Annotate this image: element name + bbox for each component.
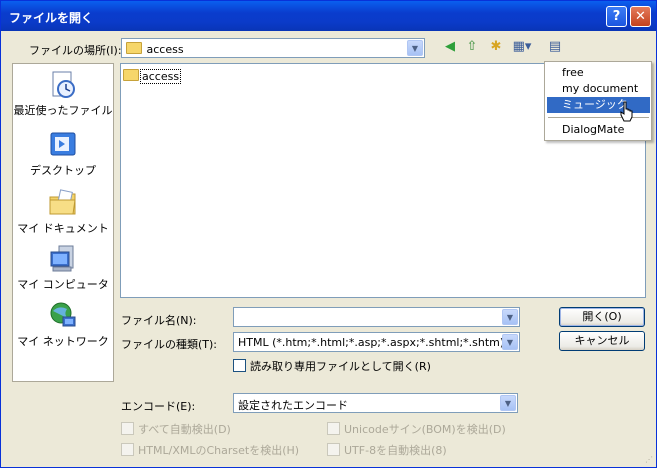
place-my-network[interactable]: マイ ネットワーク: [13, 301, 113, 349]
back-icon[interactable]: ◀: [441, 38, 459, 56]
filetype-combo[interactable]: HTML (*.htm;*.html;*.asp;*.aspx;*.shtml;…: [233, 332, 520, 352]
filename-combo[interactable]: ▼: [233, 307, 520, 327]
window-title: ファイルを開く: [9, 11, 94, 25]
location-value: access: [126, 42, 184, 56]
place-my-computer[interactable]: マイ コンピュータ: [13, 244, 113, 292]
menu-item-dialogmate[interactable]: DialogMate: [547, 122, 650, 138]
up-folder-icon[interactable]: ⇧: [463, 38, 481, 56]
location-label: ファイルの場所(I):: [29, 44, 122, 57]
menu-item-free[interactable]: free: [547, 65, 650, 81]
file-item-access[interactable]: access: [123, 69, 182, 84]
open-file-dialog: ファイルを開く ? ✕ ファイルの場所(I): access ▼ ◀ ⇧ ✱ ▦…: [0, 0, 657, 468]
place-recent[interactable]: 最近使ったファイル: [13, 70, 113, 118]
cancel-button[interactable]: キャンセル: [559, 331, 645, 351]
menu-item-my-document[interactable]: my document: [547, 81, 650, 97]
place-desktop[interactable]: デスクトップ: [13, 130, 113, 178]
close-button[interactable]: ✕: [630, 6, 651, 27]
chevron-down-icon[interactable]: ▼: [502, 309, 518, 325]
my-computer-icon: [50, 245, 74, 272]
open-button[interactable]: 開く(O): [559, 307, 645, 327]
view-menu-icon[interactable]: ▦▾: [511, 38, 533, 56]
places-bar: 最近使ったファイル デスクトップ マイ ドキュメント マイ コンピュータ マイ …: [12, 63, 114, 382]
unicode-signature-checkbox[interactable]: Unicodeサイン(BOM)を検出(D): [327, 421, 506, 437]
html-charset-checkbox[interactable]: HTML/XMLのCharsetを検出(H): [121, 442, 299, 458]
desktop-icon: [50, 132, 76, 156]
encode-combo[interactable]: 設定されたエンコード ▼: [233, 393, 518, 413]
filename-label: ファイル名(N):: [121, 314, 197, 327]
place-my-documents[interactable]: マイ ドキュメント: [13, 188, 113, 236]
resize-grip-icon[interactable]: ⋰: [645, 455, 653, 464]
bookmark-tool-icon[interactable]: ▤: [546, 38, 564, 56]
auto-detect-checkbox[interactable]: すべて自動検出(D): [121, 421, 231, 437]
bookmark-menu: free my document ミュージック DialogMate: [544, 61, 652, 141]
help-button[interactable]: ?: [606, 6, 627, 27]
readonly-checkbox[interactable]: 読み取り専用ファイルとして開く(R): [233, 358, 431, 374]
my-network-icon: [50, 302, 76, 327]
folder-icon: [126, 42, 142, 54]
hand-cursor-icon: [620, 101, 633, 122]
chevron-down-icon[interactable]: ▼: [502, 334, 518, 350]
new-folder-icon[interactable]: ✱: [487, 38, 505, 56]
location-combo[interactable]: access ▼: [121, 38, 425, 58]
my-documents-icon: [49, 189, 76, 215]
encode-label: エンコード(E):: [121, 400, 196, 413]
chevron-down-icon[interactable]: ▼: [407, 40, 423, 56]
chevron-down-icon[interactable]: ▼: [500, 395, 516, 411]
recent-documents-icon: [52, 71, 75, 98]
folder-icon: [123, 69, 139, 81]
menu-item-music[interactable]: ミュージック: [547, 97, 650, 113]
title-bar[interactable]: ファイルを開く ? ✕: [1, 1, 656, 31]
filetype-label: ファイルの種類(T):: [121, 338, 218, 351]
utf8-detect-checkbox[interactable]: UTF-8を自動検出(8): [327, 442, 447, 458]
